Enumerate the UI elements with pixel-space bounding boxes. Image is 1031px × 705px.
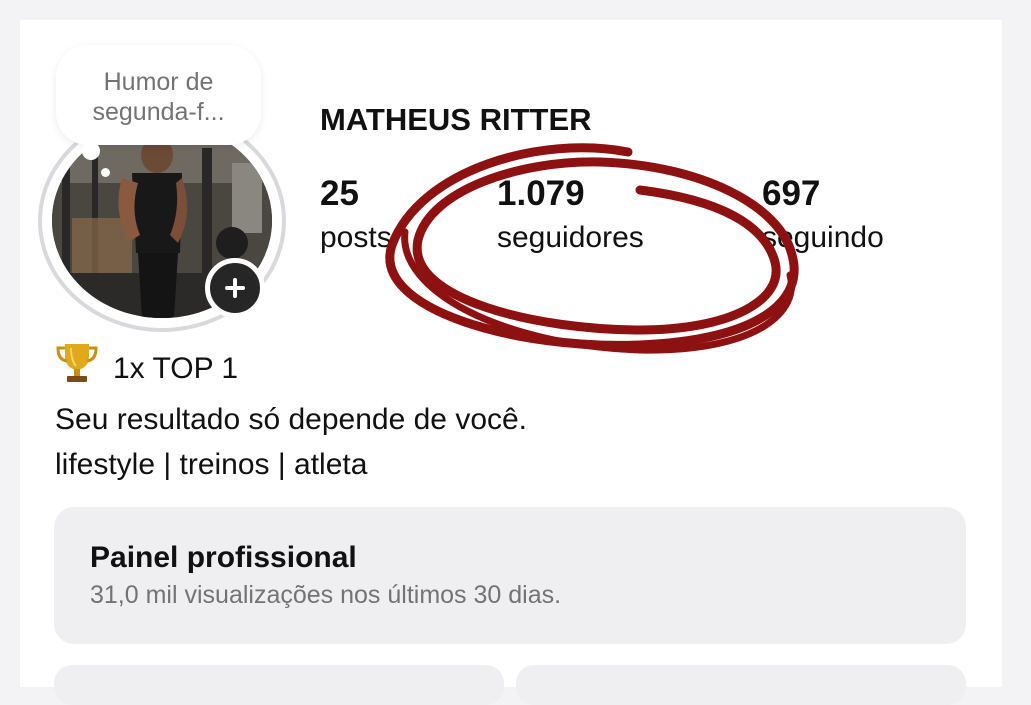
panel-title: Painel profissional (90, 541, 357, 574)
note-bubble[interactable]: Humor de segunda-f... (56, 45, 261, 145)
following-count: 697 (762, 174, 821, 213)
bio-line-1: Seu resultado só depende de você. (55, 403, 528, 436)
panel-subtitle: 31,0 mil visualizações nos últimos 30 di… (90, 581, 562, 609)
note-bubble-tail-dot (101, 168, 110, 177)
posts-label: posts (320, 221, 392, 254)
bio-line-2: lifestyle | treinos | atleta (55, 448, 368, 481)
note-text: Humor de segunda-f... (92, 68, 225, 126)
stat-posts[interactable]: 25 posts (320, 172, 392, 260)
profile-name: MATHEUS RITTER (320, 102, 592, 137)
profile-bio: 1x TOP 1 Seu resultado só depende de voc… (55, 340, 527, 487)
bio-badge-line: 1x TOP 1 (55, 340, 527, 397)
stat-following[interactable]: 697 seguindo (762, 172, 884, 260)
edit-profile-button[interactable] (54, 665, 504, 705)
professional-dashboard[interactable]: Painel profissional 31,0 mil visualizaçõ… (54, 507, 966, 644)
followers-count: 1.079 (497, 174, 585, 213)
bio-badge-text: 1x TOP 1 (113, 352, 239, 385)
stat-followers[interactable]: 1.079 seguidores (497, 172, 644, 260)
trophy-icon (55, 340, 99, 397)
note-bubble-tail (82, 142, 100, 160)
followers-label: seguidores (497, 221, 644, 254)
add-story-button[interactable] (205, 258, 265, 318)
posts-count: 25 (320, 174, 359, 213)
plus-icon (225, 278, 245, 298)
following-label: seguindo (762, 221, 884, 254)
share-profile-button[interactable] (516, 665, 966, 705)
